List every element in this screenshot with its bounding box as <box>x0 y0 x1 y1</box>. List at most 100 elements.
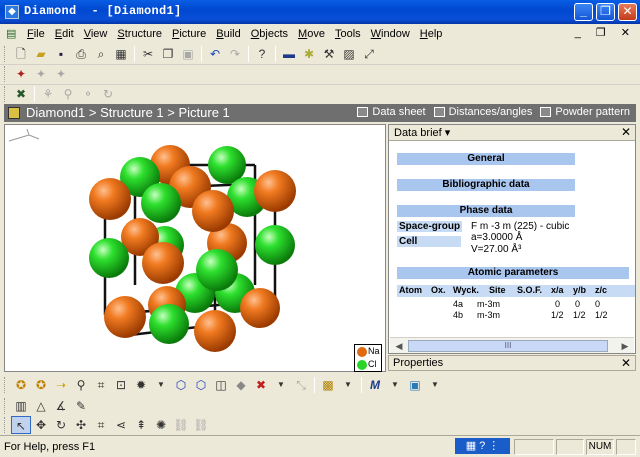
perspective-icon[interactable]: ⋖ <box>111 416 131 434</box>
open-icon[interactable]: ▰ <box>31 45 51 63</box>
zoom-box-icon[interactable]: ⌗ <box>91 416 111 434</box>
crystal-icon[interactable]: ✖ <box>11 85 31 103</box>
redo-icon[interactable]: ↷ <box>225 45 245 63</box>
tools-icon[interactable]: ⚒ <box>319 45 339 63</box>
build-icon[interactable]: ✱ <box>299 45 319 63</box>
atom-tool-icon[interactable]: ✦ <box>31 65 51 83</box>
scroll-thumb[interactable]: III <box>408 340 608 352</box>
color-icon[interactable]: ▣ <box>405 376 425 394</box>
tab-data-sheet[interactable]: Data sheet <box>357 106 426 118</box>
help-pointer-icon[interactable]: ? <box>252 45 272 63</box>
menu-help[interactable]: Help <box>420 28 443 40</box>
bonds-icon[interactable]: ⚲ <box>71 376 91 394</box>
maximize-button[interactable]: ❐ <box>596 3 615 21</box>
structure-icon[interactable]: ▬ <box>279 45 299 63</box>
toolbar-row2: ✦ ✦ ✦ <box>0 63 640 85</box>
atom-tool2-icon[interactable]: ✦ <box>51 65 71 83</box>
menu-objects[interactable]: Objects <box>251 28 288 40</box>
angle-icon[interactable]: ∡ <box>51 397 71 415</box>
close-button[interactable]: ✕ <box>618 3 637 21</box>
toolbar-grip[interactable] <box>4 86 7 102</box>
horizontal-scrollbar[interactable]: ◀ III ▶ <box>390 337 634 353</box>
menu-edit[interactable]: Edit <box>55 28 74 40</box>
plane-icon[interactable]: ◫ <box>211 376 231 394</box>
toolbar-grip[interactable] <box>4 398 7 414</box>
link-tool-icon[interactable]: ⚲ <box>58 85 78 103</box>
rotate-axis-icon[interactable]: ⇞ <box>131 416 151 434</box>
translate-icon[interactable]: ✣ <box>71 416 91 434</box>
menu-picture[interactable]: Picture <box>172 28 206 40</box>
measure-icon[interactable]: ⤡ <box>291 376 311 394</box>
system-tray-icons[interactable]: ▦ ? ⋮ <box>455 438 510 454</box>
toolbar-grip[interactable] <box>4 377 7 393</box>
tab-powder-pattern[interactable]: Powder pattern <box>540 106 630 118</box>
settings-gear-icon[interactable]: ✺ <box>151 416 171 434</box>
scroll-left-icon[interactable]: ◀ <box>392 340 406 352</box>
menu-structure[interactable]: Structure <box>117 28 162 40</box>
tab-distances-angles[interactable]: Distances/angles <box>433 106 532 118</box>
remove-icon[interactable]: ✖ <box>251 376 271 394</box>
link-icon[interactable]: ⛓ <box>171 416 191 434</box>
menu-move[interactable]: Move <box>298 28 325 40</box>
select-atoms-icon[interactable]: ✦ <box>11 65 31 83</box>
toolbar-grip[interactable] <box>4 417 7 433</box>
dropdown-icon[interactable]: ▼ <box>151 376 171 394</box>
bond-tool-icon[interactable]: ⚘ <box>38 85 58 103</box>
move-cross-icon[interactable]: ✥ <box>31 416 51 434</box>
close-icon[interactable]: ✕ <box>621 125 631 139</box>
paste-icon[interactable]: ▣ <box>178 45 198 63</box>
atom-style-icon[interactable]: ✪ <box>11 376 31 394</box>
menu-view[interactable]: View <box>84 28 108 40</box>
polyhedra-icon[interactable]: ⬡ <box>171 376 191 394</box>
unit-cell-icon[interactable]: ⌗ <box>91 376 111 394</box>
dropdown-icon[interactable]: ▼ <box>425 376 445 394</box>
coordination-icon[interactable]: ⊡ <box>111 376 131 394</box>
dropdown-icon[interactable]: ▼ <box>271 376 291 394</box>
undo-icon[interactable]: ↶ <box>205 45 225 63</box>
close-icon[interactable]: ✕ <box>621 356 631 370</box>
mdi-controls[interactable]: _ ❐ ✕ <box>575 26 636 39</box>
crystal-structure-render[interactable] <box>5 125 385 371</box>
rotate-tool-icon[interactable]: ↻ <box>98 85 118 103</box>
pencil-icon[interactable]: ✎ <box>71 397 91 415</box>
copy-icon[interactable]: ❐ <box>158 45 178 63</box>
fill-icon[interactable]: ➝ <box>51 376 71 394</box>
dropdown-icon[interactable]: ▼ <box>385 376 405 394</box>
save-icon[interactable]: ▪ <box>51 45 71 63</box>
add-atoms-icon[interactable]: ✪ <box>31 376 51 394</box>
export-icon[interactable]: ▦ <box>111 45 131 63</box>
menu-tools[interactable]: Tools <box>335 28 361 40</box>
menu-file[interactable]: File <box>27 28 45 40</box>
link2-icon[interactable]: ⛓ <box>191 416 211 434</box>
document-icon[interactable]: ▤ <box>6 27 22 41</box>
pattern-icon[interactable]: ▩ <box>318 376 338 394</box>
model-icon[interactable]: M <box>365 376 385 394</box>
diamond-app-icon[interactable]: ◆ <box>5 5 19 19</box>
print-preview-icon[interactable]: ⌕ <box>91 45 111 63</box>
toolbar-grip[interactable] <box>4 46 7 62</box>
minimize-button[interactable]: _ <box>574 3 593 21</box>
rotate-icon[interactable]: ↻ <box>51 416 71 434</box>
expand-icon[interactable]: ✹ <box>131 376 151 394</box>
image-icon[interactable]: ▨ <box>339 45 359 63</box>
panel-title[interactable]: Data brief ▾ <box>394 126 450 139</box>
cut-icon[interactable]: ✂ <box>138 45 158 63</box>
properties-title[interactable]: Properties <box>393 357 443 369</box>
move-icon[interactable]: ◆ <box>231 376 251 394</box>
new-icon[interactable]: 🗋 <box>11 45 31 63</box>
fit-icon[interactable]: ⤢ <box>359 45 379 63</box>
menu-window[interactable]: Window <box>371 28 410 40</box>
print-icon[interactable]: ⎙ <box>71 45 91 63</box>
dropdown-icon[interactable]: ▼ <box>338 376 358 394</box>
menu-build[interactable]: Build <box>216 28 240 40</box>
triangle-icon[interactable]: △ <box>31 397 51 415</box>
breadcrumb[interactable]: Diamond1 > Structure 1 > Picture 1 <box>26 105 230 120</box>
select-pointer-icon[interactable]: ↖ <box>11 416 31 434</box>
row-x: 1/2 <box>551 310 564 320</box>
toolbar-grip[interactable] <box>4 66 7 82</box>
structure-viewport[interactable] <box>4 124 386 372</box>
scroll-right-icon[interactable]: ▶ <box>618 340 632 352</box>
bar-chart-icon[interactable]: ▥ <box>11 397 31 415</box>
surface-icon[interactable]: ⬡ <box>191 376 211 394</box>
polyhedra-tool-icon[interactable]: ⚬ <box>78 85 98 103</box>
